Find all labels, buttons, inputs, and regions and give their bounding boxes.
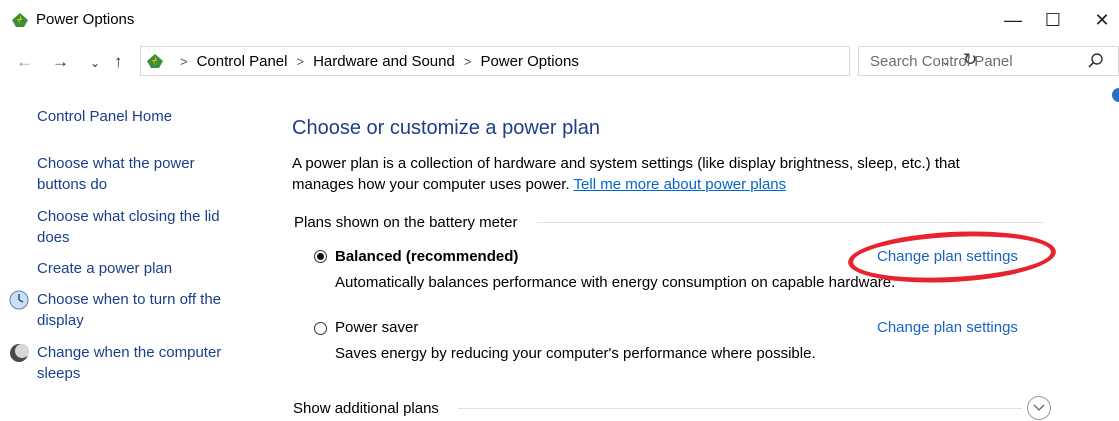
power-saver-radio[interactable] <box>314 322 327 335</box>
back-button[interactable]: ← <box>16 52 33 72</box>
up-button[interactable]: ↑ <box>114 52 123 72</box>
moon-icon <box>10 344 29 362</box>
group-divider <box>537 222 1044 223</box>
control-panel-icon <box>147 54 163 68</box>
display-icon <box>9 290 29 310</box>
power-saver-plan-name[interactable]: Power saver <box>335 319 418 336</box>
show-additional-plans-label[interactable]: Show additional plans <box>293 400 439 417</box>
sidebar-item-computer-sleeps[interactable]: Change when the computer sleeps <box>37 342 247 384</box>
balanced-plan-description: Automatically balances performance with … <box>335 274 896 291</box>
search-icon[interactable] <box>1087 52 1105 70</box>
plans-group-label: Plans shown on the battery meter <box>294 214 518 231</box>
tell-me-more-link[interactable]: Tell me more about power plans <box>574 176 787 193</box>
breadcrumb-separator: > <box>180 54 188 69</box>
forward-button[interactable]: → <box>52 52 69 72</box>
breadcrumb-control-panel[interactable]: Control Panel <box>197 53 288 70</box>
sidebar-item-turn-off-display[interactable]: Choose when to turn off the display <box>37 289 247 331</box>
breadcrumb: > Control Panel > Hardware and Sound > Power … <box>171 53 579 70</box>
page-description: A power plan is a collection of hardware… <box>292 153 1012 195</box>
breadcrumb-hardware-and-sound[interactable]: Hardware and Sound <box>313 53 455 70</box>
breadcrumb-separator[interactable]: > <box>464 54 472 69</box>
breadcrumb-power-options[interactable]: Power Options <box>480 53 578 70</box>
address-toolbar: ← → ⌄ ↑ > Control Panel > Hardware and Soun… <box>0 44 1119 80</box>
page-title: Choose or customize a power plan <box>292 117 600 139</box>
help-button-edge[interactable] <box>1112 88 1119 102</box>
power-options-icon <box>12 13 28 27</box>
breadcrumb-separator[interactable]: > <box>296 54 304 69</box>
expand-button[interactable] <box>1027 396 1051 420</box>
power-saver-change-plan-link[interactable]: Change plan settings <box>877 319 1018 336</box>
title-bar: Power Options — ☐ ✕ <box>0 0 1119 40</box>
maximize-button[interactable]: ☐ <box>1030 0 1076 40</box>
sidebar-item-control-panel-home[interactable]: Control Panel Home <box>37 106 247 127</box>
power-saver-plan-description: Saves energy by reducing your computer's… <box>335 345 816 362</box>
recent-locations-button[interactable]: ⌄ <box>90 56 100 70</box>
sidebar-item-create-plan[interactable]: Create a power plan <box>37 258 247 279</box>
chevron-down-icon <box>1033 404 1045 411</box>
search-input[interactable]: Search Control Panel <box>858 46 1119 76</box>
search-placeholder: Search Control Panel <box>870 53 1013 70</box>
window-title: Power Options <box>36 11 135 28</box>
address-box[interactable]: > Control Panel > Hardware and Sound > Power … <box>140 46 977 76</box>
sidebar-item-power-buttons[interactable]: Choose what the power buttons do <box>37 153 217 195</box>
additional-plans-divider <box>458 408 1022 409</box>
sidebar-item-closing-lid[interactable]: Choose what closing the lid does <box>37 206 227 248</box>
balanced-plan-name[interactable]: Balanced (recommended) <box>335 248 518 265</box>
close-button[interactable]: ✕ <box>1079 0 1119 40</box>
annotation-ellipse <box>846 226 1058 288</box>
balanced-radio[interactable] <box>314 250 327 263</box>
